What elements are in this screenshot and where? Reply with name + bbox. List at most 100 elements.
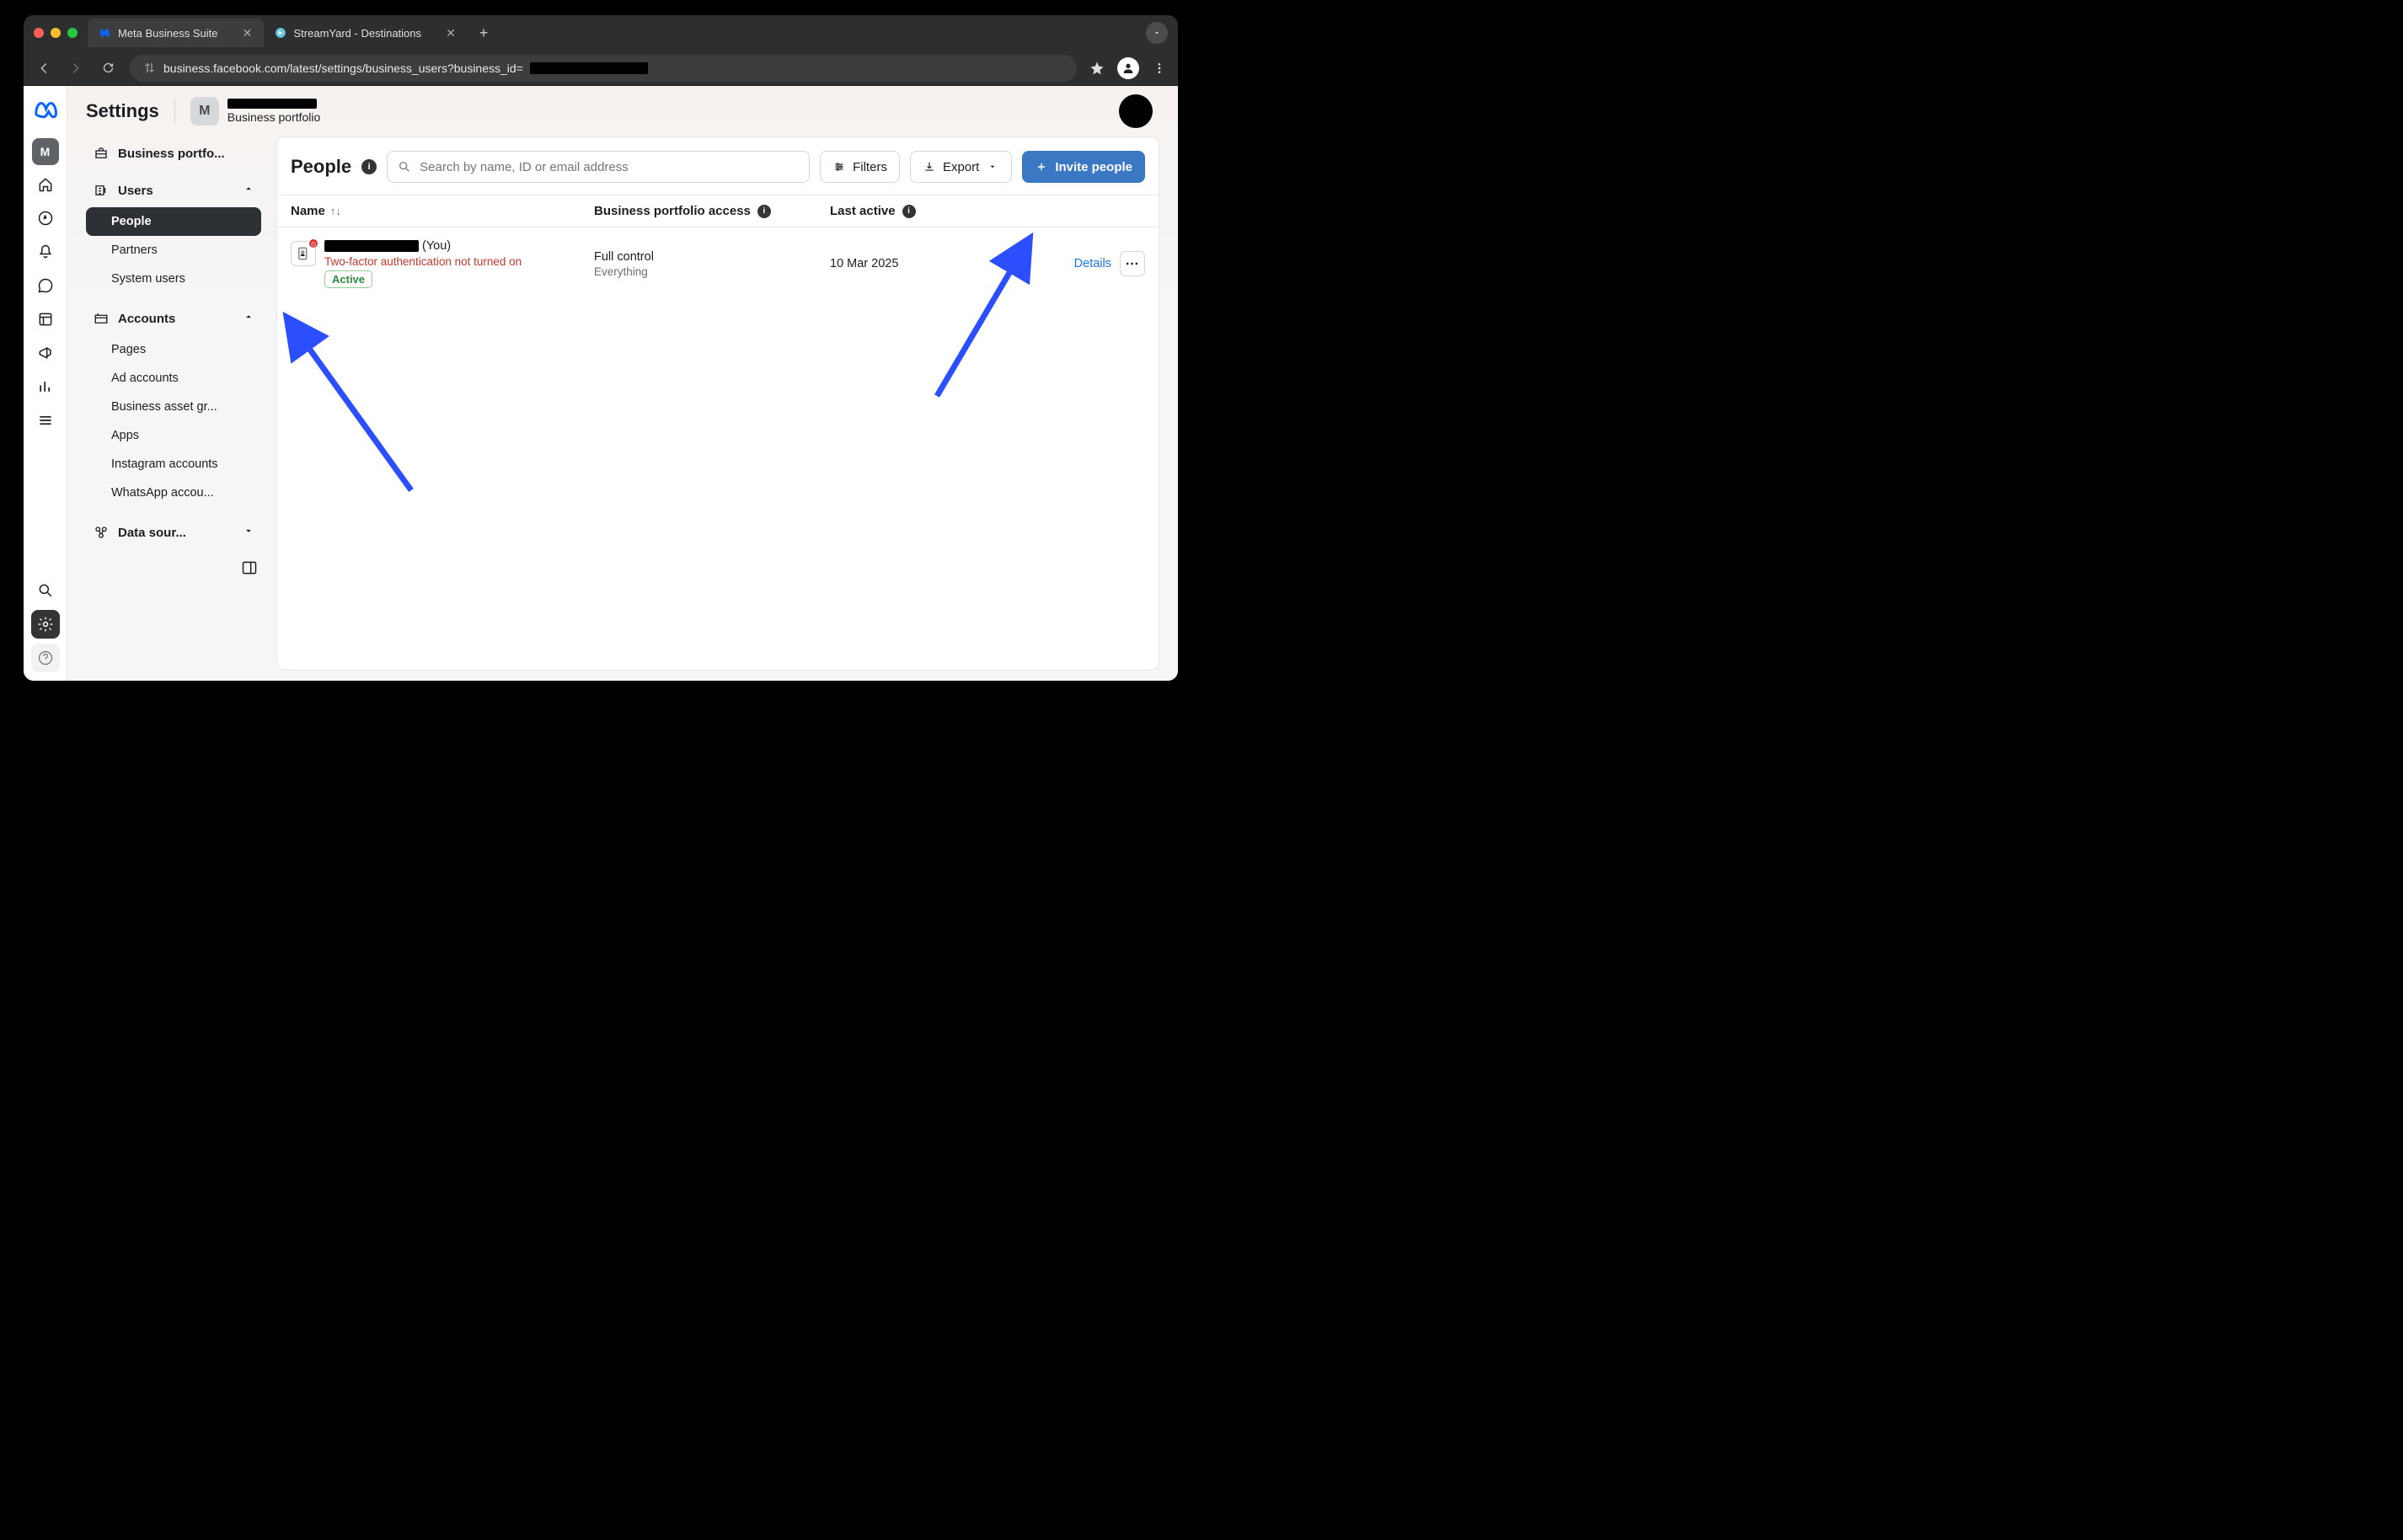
close-window-button[interactable]	[34, 28, 44, 38]
access-scope: Everything	[594, 265, 654, 278]
person-avatar: ⦸	[291, 241, 316, 266]
chevron-up-icon	[243, 183, 254, 198]
portfolio-avatar: M	[190, 97, 219, 126]
chevron-down-icon	[243, 525, 254, 540]
tab-label: Meta Business Suite	[118, 27, 218, 40]
details-link[interactable]: Details	[1074, 257, 1111, 270]
meta-icon	[98, 26, 111, 40]
info-icon[interactable]: i	[757, 205, 771, 218]
back-button[interactable]	[34, 58, 54, 78]
card-title: People	[291, 156, 351, 178]
access-level: Full control	[594, 250, 654, 264]
profile-button[interactable]	[1117, 57, 1139, 79]
rail-all-tools[interactable]	[31, 406, 60, 435]
header-strip: Settings M Business portfolio	[67, 86, 1178, 136]
redacted-portfolio-name	[227, 99, 317, 109]
streamyard-icon	[274, 26, 287, 40]
tab-label: StreamYard - Destinations	[294, 27, 422, 40]
browser-window: Meta Business Suite ✕ StreamYard - Desti…	[24, 15, 1178, 681]
rail-insights[interactable]	[31, 372, 60, 401]
users-icon	[93, 182, 110, 199]
rail-ads[interactable]	[31, 339, 60, 367]
export-button[interactable]: Export	[910, 151, 1012, 183]
minimize-window-button[interactable]	[51, 28, 61, 38]
sidebar-item-partners[interactable]: Partners	[86, 236, 261, 265]
sidebar-accounts-header[interactable]: Accounts	[86, 302, 261, 335]
person-name: (You)	[324, 239, 522, 253]
column-name[interactable]: Name ↑↓	[291, 204, 594, 218]
table-row[interactable]: ⦸ (You) Two-factor authentication not tu…	[277, 227, 1159, 300]
last-active: 10 Mar 2025	[830, 257, 898, 270]
rail-settings[interactable]	[31, 610, 60, 639]
data-sources-icon	[93, 524, 110, 541]
rail-content[interactable]	[31, 305, 60, 334]
account-avatar[interactable]	[1119, 94, 1153, 128]
rail-notifications[interactable]	[31, 238, 60, 266]
sidebar-item-people[interactable]: People	[86, 207, 261, 236]
portfolio-selector[interactable]: M Business portfolio	[190, 97, 321, 126]
tab-overflow-button[interactable]	[1146, 22, 1168, 44]
sidebar-item-instagram-accounts[interactable]: Instagram accounts	[86, 450, 261, 479]
sidebar-item-business-asset-groups[interactable]: Business asset gr...	[86, 393, 261, 421]
column-last-active[interactable]: Last active i	[830, 204, 973, 218]
search-field[interactable]	[387, 151, 810, 183]
url-text: business.facebook.com/latest/settings/bu…	[163, 61, 523, 75]
sidebar-item-ad-accounts[interactable]: Ad accounts	[86, 364, 261, 393]
sidebar-label: Business portfo...	[118, 147, 225, 161]
table-header: Name ↑↓ Business portfolio access i Last…	[277, 195, 1159, 227]
close-tab-button[interactable]: ✕	[242, 27, 254, 39]
info-icon[interactable]: i	[361, 159, 377, 174]
window-controls	[34, 28, 78, 38]
address-bar[interactable]: business.facebook.com/latest/settings/bu…	[130, 55, 1077, 82]
download-icon	[923, 160, 936, 174]
forward-button[interactable]	[66, 58, 86, 78]
page-content: M	[24, 86, 1178, 681]
new-tab-button[interactable]: +	[472, 21, 495, 45]
sidebar-item-whatsapp-accounts[interactable]: WhatsApp accou...	[86, 479, 261, 507]
button-label: Invite people	[1055, 160, 1132, 174]
settings-sidebar: Business portfo... Users	[86, 136, 261, 671]
button-label: Filters	[853, 160, 887, 174]
invite-people-button[interactable]: Invite people	[1022, 151, 1145, 183]
rail-home[interactable]	[31, 170, 60, 199]
search-input[interactable]	[420, 160, 799, 174]
search-icon	[398, 160, 411, 174]
rail-compass[interactable]	[31, 204, 60, 233]
sidebar-item-system-users[interactable]: System users	[86, 265, 261, 293]
maximize-window-button[interactable]	[67, 28, 78, 38]
sidebar-item-apps[interactable]: Apps	[86, 421, 261, 450]
browser-menu-button[interactable]	[1151, 60, 1168, 77]
meta-logo[interactable]	[30, 94, 61, 125]
row-actions-button[interactable]: ⋯	[1120, 251, 1145, 276]
info-icon[interactable]: i	[902, 205, 916, 218]
sidebar-label: Users	[118, 184, 153, 198]
two-factor-warning: Two-factor authentication not turned on	[324, 255, 522, 268]
reload-button[interactable]	[98, 58, 118, 78]
collapse-sidebar-button[interactable]	[241, 559, 258, 576]
warning-badge-icon: ⦸	[308, 238, 319, 249]
filters-button[interactable]: Filters	[820, 151, 900, 183]
rail-help[interactable]	[31, 644, 60, 672]
sidebar-label: Data sour...	[118, 526, 186, 540]
bookmark-button[interactable]	[1089, 60, 1105, 77]
sidebar-business-portfolio[interactable]: Business portfo...	[86, 136, 261, 170]
redacted-name	[324, 240, 419, 252]
column-access[interactable]: Business portfolio access i	[594, 204, 830, 218]
close-tab-button[interactable]: ✕	[445, 27, 457, 39]
tab-streamyard[interactable]: StreamYard - Destinations ✕	[264, 19, 468, 47]
rail-search[interactable]	[31, 576, 60, 605]
status-badge: Active	[324, 270, 372, 288]
tab-meta-business-suite[interactable]: Meta Business Suite ✕	[88, 19, 264, 47]
nav-rail: M	[24, 86, 67, 681]
portfolio-subtitle: Business portfolio	[227, 110, 321, 124]
rail-inbox[interactable]	[31, 271, 60, 300]
site-settings-icon[interactable]	[142, 61, 157, 76]
sort-icon: ↑↓	[330, 205, 341, 217]
sidebar-users-header[interactable]: Users	[86, 174, 261, 207]
redacted-url-segment	[530, 62, 648, 74]
workspace: Settings M Business portfolio	[67, 86, 1178, 681]
plus-icon	[1035, 160, 1048, 174]
sidebar-data-sources-header[interactable]: Data sour...	[86, 516, 261, 549]
sidebar-item-pages[interactable]: Pages	[86, 335, 261, 364]
portfolio-switcher[interactable]: M	[32, 138, 59, 165]
